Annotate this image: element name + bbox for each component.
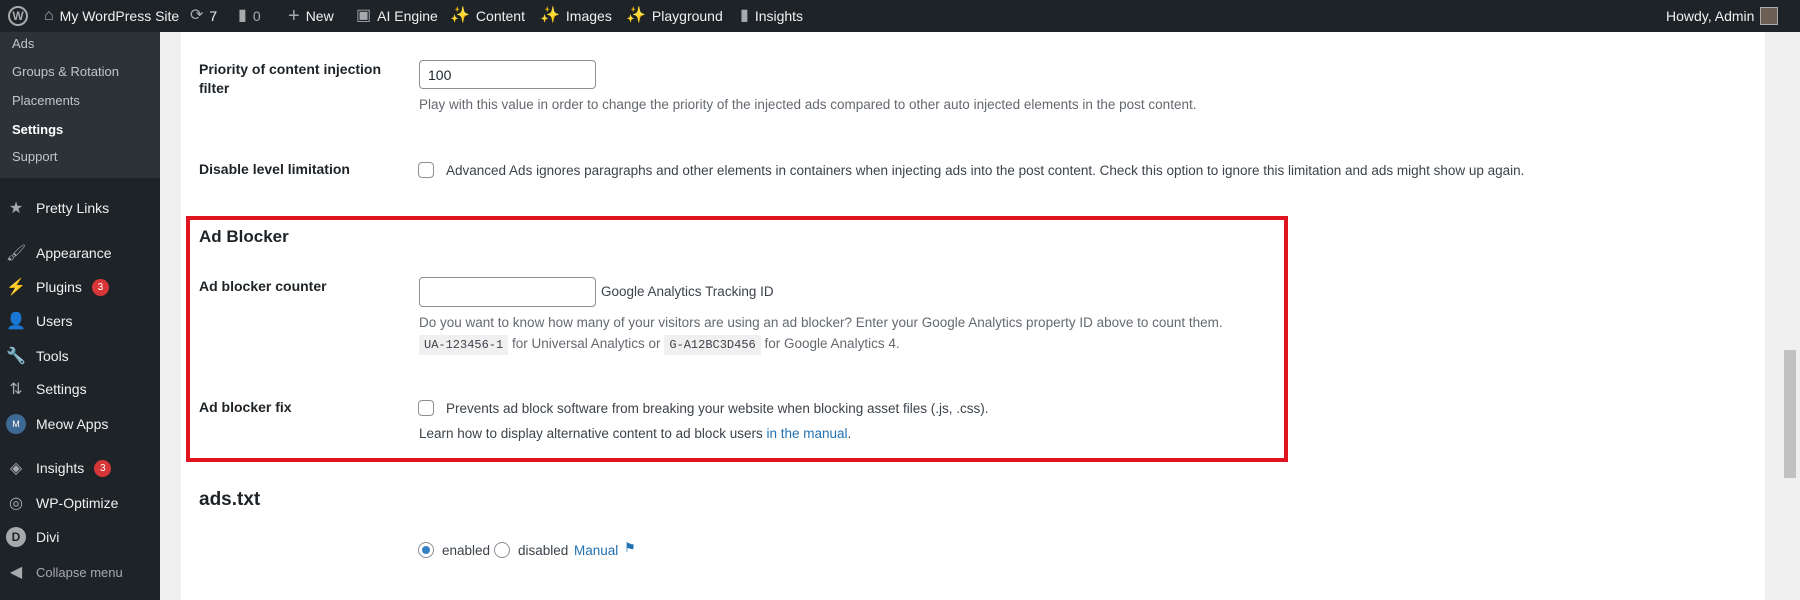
playground-link[interactable]: ✨ Playground: [626, 0, 723, 32]
settings-icon: ⇅: [9, 381, 23, 398]
menu-plugins[interactable]: ⚡ Plugins 3: [6, 277, 109, 297]
avatar: [1760, 7, 1779, 25]
menu-appearance[interactable]: 🖌 Appearance: [6, 243, 112, 263]
scrollbar-thumb[interactable]: [1784, 350, 1796, 478]
menu-insights[interactable]: ◈ Insights 3: [6, 458, 112, 478]
ads-txt-manual-link[interactable]: Manual: [574, 543, 618, 558]
ads-txt-disabled-radio[interactable]: [494, 542, 510, 558]
ai-engine-icon: ▣: [356, 7, 372, 24]
ad-blocker-fix-description: Prevents ad block software from breaking…: [446, 401, 989, 416]
ga-examples: UA-123456-1 for Universal Analytics or G…: [419, 335, 900, 355]
submenu-placements[interactable]: Placements: [12, 93, 80, 108]
ad-blocker-fix-label: Ad blocker fix: [199, 399, 292, 415]
paintbrush-icon: 🖌: [6, 245, 27, 262]
admin-sidebar: Ads Groups & Rotation Placements Setting…: [0, 32, 160, 600]
user-icon: 👤: [6, 313, 26, 330]
wrench-icon: 🔧: [6, 348, 26, 365]
advanced-ads-submenu: Ads Groups & Rotation Placements Setting…: [0, 32, 160, 178]
home-icon: ⌂: [44, 7, 54, 24]
level-limitation-label: Disable level limitation: [199, 161, 350, 177]
menu-pretty-links[interactable]: ★ Pretty Links: [6, 198, 109, 218]
ads-txt-disabled-label: disabled: [518, 543, 569, 558]
plus-icon: +: [288, 5, 300, 27]
divi-icon: D: [6, 527, 26, 547]
manual-link[interactable]: in the manual: [766, 426, 847, 441]
ads-txt-enabled-radio[interactable]: [418, 542, 434, 558]
menu-wp-optimize[interactable]: ◎ WP-Optimize: [6, 493, 118, 513]
ga-tracking-id-label: Google Analytics Tracking ID: [601, 284, 774, 299]
submenu-ads[interactable]: Ads: [12, 36, 34, 51]
bar-chart-icon: ▮: [740, 7, 749, 24]
star-icon: ★: [8, 200, 24, 217]
insights-badge: 3: [94, 459, 112, 477]
content-link[interactable]: ✨ Content: [450, 0, 525, 32]
images-link[interactable]: ✨ Images: [540, 0, 612, 32]
meow-apps-icon: M: [6, 414, 26, 434]
ad-blocker-counter-description: Do you want to know how many of your vis…: [419, 315, 1223, 330]
magic-wand-icon: ✨: [626, 7, 646, 24]
collapse-icon: ◀: [9, 564, 23, 581]
magic-wand-icon: ✨: [540, 7, 560, 24]
manual-flag-icon: ⚑: [624, 540, 636, 555]
admin-bar: W ⌂ My WordPress Site ⟳ 7 ▮ 0 + New ▣ AI Engi…: [0, 0, 1800, 32]
insights-link[interactable]: ▮ Insights: [740, 0, 803, 32]
menu-meow-apps[interactable]: M Meow Apps: [6, 414, 108, 434]
scrollbar[interactable]: [1780, 32, 1800, 600]
comment-icon: ▮: [238, 7, 247, 24]
plug-icon: ⚡: [6, 279, 26, 296]
priority-label: Priority of content injection filter: [199, 61, 382, 96]
ai-engine-link[interactable]: ▣ AI Engine: [356, 0, 438, 32]
menu-tools[interactable]: 🔧 Tools: [6, 346, 69, 366]
collapse-menu-button[interactable]: ◀ Collapse menu: [6, 562, 123, 582]
ads-txt-heading: ads.txt: [199, 489, 261, 510]
level-limitation-checkbox[interactable]: [418, 162, 434, 178]
priority-description: Play with this value in order to change …: [419, 97, 1197, 112]
ads-txt-enabled-label: enabled: [442, 543, 491, 558]
priority-input[interactable]: 100: [419, 60, 596, 89]
ua-example-code: UA-123456-1: [419, 335, 509, 355]
ad-blocker-counter-label: Ad blocker counter: [199, 278, 327, 294]
wordpress-logo-icon[interactable]: W: [8, 0, 28, 32]
ad-blocker-learn-text: Learn how to display alternative content…: [419, 426, 852, 441]
ga4-example-code: G-A12BC3D456: [664, 335, 761, 355]
updates-icon: ⟳: [190, 7, 204, 24]
menu-users[interactable]: 👤 Users: [6, 311, 73, 331]
menu-divi[interactable]: D Divi: [6, 527, 59, 547]
wp-optimize-icon: ◎: [9, 495, 23, 512]
updates-link[interactable]: ⟳ 7: [190, 0, 217, 32]
my-account-link[interactable]: Howdy, Admin: [1666, 0, 1779, 32]
new-content-link[interactable]: + New: [288, 0, 334, 32]
site-name-link[interactable]: ⌂ My WordPress Site: [44, 0, 179, 32]
ad-blocker-fix-checkbox[interactable]: [418, 400, 434, 416]
plugins-badge: 3: [91, 278, 109, 296]
ad-blocker-heading: Ad Blocker: [199, 227, 289, 246]
submenu-settings[interactable]: Settings: [12, 122, 63, 137]
submenu-support[interactable]: Support: [12, 149, 58, 164]
magic-wand-icon: ✨: [450, 7, 470, 24]
insights-icon: ◈: [9, 460, 23, 477]
ga-tracking-id-input[interactable]: [419, 277, 596, 307]
level-limitation-description: Advanced Ads ignores paragraphs and othe…: [446, 163, 1525, 178]
comments-link[interactable]: ▮ 0: [238, 0, 261, 32]
submenu-groups[interactable]: Groups & Rotation: [12, 64, 119, 79]
menu-settings[interactable]: ⇅ Settings: [6, 379, 86, 399]
